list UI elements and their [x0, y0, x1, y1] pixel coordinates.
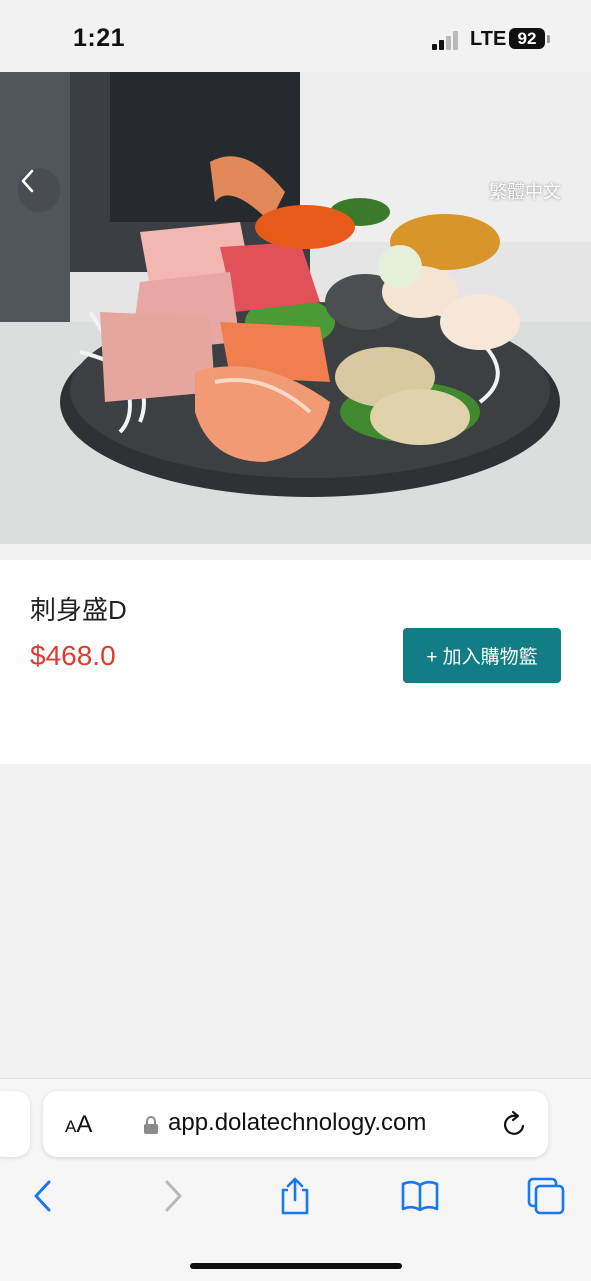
- signal-icon: [432, 30, 464, 50]
- reader-settings-button[interactable]: AA: [65, 1111, 92, 1139]
- share-icon[interactable]: [275, 1176, 315, 1216]
- back-chevron-icon: [21, 169, 34, 193]
- nav-forward-icon[interactable]: [152, 1176, 192, 1216]
- back-button[interactable]: [18, 168, 60, 212]
- language-switch[interactable]: 繁體中文: [489, 178, 561, 204]
- home-indicator: [190, 1263, 402, 1269]
- status-bar: 1:21 LTE 92: [0, 0, 591, 72]
- previous-tab-peek[interactable]: [0, 1091, 30, 1157]
- product-image: 繁體中文: [0, 72, 591, 544]
- reload-icon[interactable]: [501, 1109, 529, 1139]
- battery-nub: [547, 35, 550, 43]
- add-to-cart-button[interactable]: + 加入購物籃: [403, 628, 561, 683]
- address-bar[interactable]: AA app.dolatechnology.com: [43, 1091, 548, 1157]
- status-time: 1:21: [73, 24, 126, 52]
- product-price: $468.0: [30, 640, 116, 671]
- product-name: 刺身盛D: [30, 595, 127, 625]
- nav-back-icon[interactable]: [24, 1176, 64, 1216]
- lock-icon: [144, 1116, 158, 1134]
- tabs-icon[interactable]: [526, 1176, 566, 1216]
- product-card: 刺身盛D $468.0 + 加入購物籃: [0, 560, 591, 764]
- browser-toolbar: AA app.dolatechnology.com: [0, 1078, 591, 1281]
- network-type: LTE: [470, 28, 507, 50]
- url-text[interactable]: app.dolatechnology.com: [168, 1109, 426, 1137]
- bookmarks-icon[interactable]: [400, 1176, 440, 1216]
- battery-icon: 92: [509, 28, 545, 49]
